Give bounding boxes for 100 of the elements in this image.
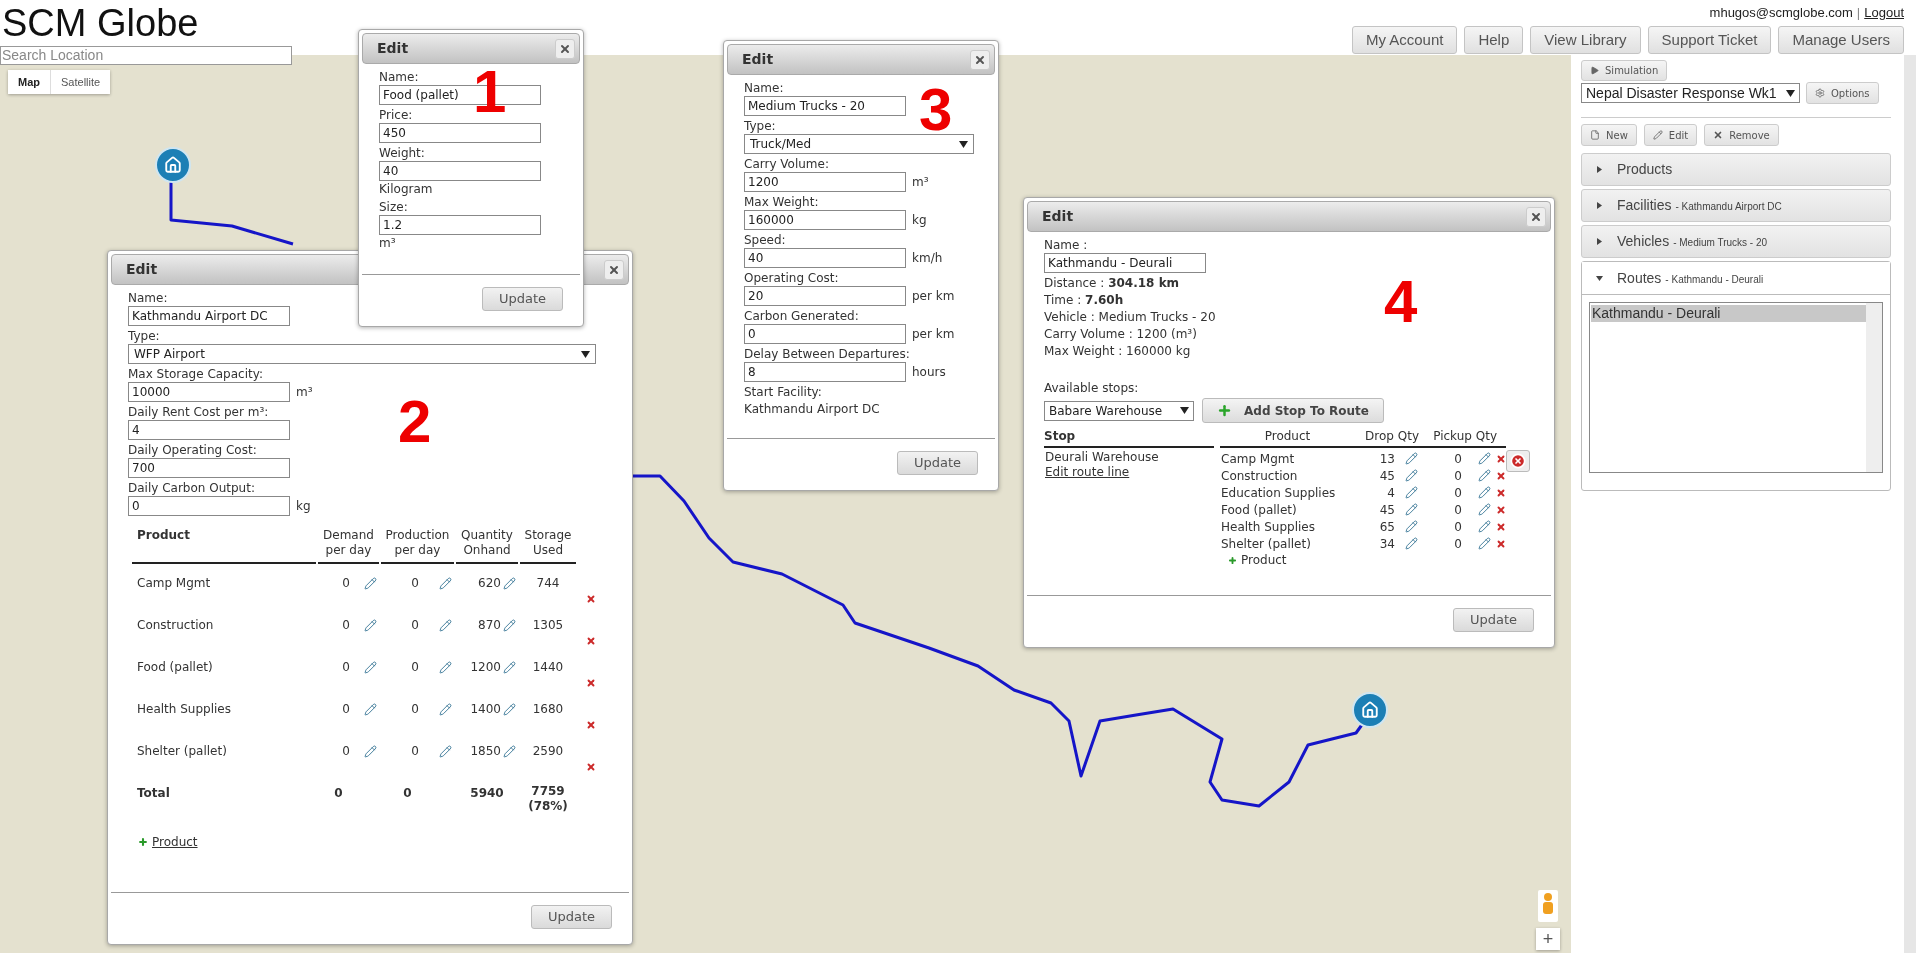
add-product-link[interactable]: Product <box>1241 553 1287 568</box>
pencil-icon[interactable] <box>1478 520 1491 533</box>
close-button[interactable] <box>604 259 624 280</box>
accordion-header[interactable]: Routes - Kathmandu - Deurali <box>1582 262 1890 295</box>
add-product-link[interactable]: Product <box>152 833 198 851</box>
facility-pin[interactable] <box>1352 692 1388 728</box>
nav-button[interactable]: My Account <box>1351 26 1458 54</box>
delete-icon[interactable] <box>1496 521 1506 532</box>
pencil-icon[interactable] <box>364 702 377 716</box>
pencil-icon[interactable] <box>1478 452 1491 465</box>
accordion-header[interactable]: Facilities - Kathmandu Airport DC <box>1581 189 1891 222</box>
text-field[interactable]: 8 <box>744 362 906 382</box>
page-scrollbar[interactable] <box>1904 55 1916 953</box>
pencil-icon[interactable] <box>503 576 516 590</box>
delete-icon[interactable] <box>1496 538 1506 549</box>
pencil-icon[interactable] <box>364 576 377 590</box>
nav-button[interactable]: View Library <box>1530 26 1641 54</box>
close-button[interactable] <box>555 38 575 59</box>
update-button[interactable]: Update <box>1452 608 1534 632</box>
options-button[interactable]: Options <box>1806 82 1879 104</box>
simulation-button[interactable]: Simulation <box>1581 60 1668 81</box>
update-button[interactable]: Update <box>481 287 563 311</box>
toolbar-button[interactable]: Edit <box>1643 124 1698 146</box>
logout-link[interactable]: Logout <box>1864 5 1904 21</box>
pencil-icon[interactable] <box>1478 469 1491 482</box>
text-field[interactable]: 20 <box>744 286 906 306</box>
type-select[interactable]: WFP Airport <box>128 344 596 364</box>
map-type-tab[interactable]: Satellite <box>50 70 111 94</box>
pencil-icon[interactable] <box>503 660 516 674</box>
delete-icon[interactable] <box>586 636 596 646</box>
search-field[interactable]: Search Location <box>0 46 292 65</box>
nav-button[interactable]: Help <box>1464 26 1524 54</box>
text-field[interactable]: 4 <box>128 420 290 440</box>
delete-icon[interactable] <box>1496 470 1506 481</box>
nav-button[interactable]: Manage Users <box>1778 26 1904 54</box>
pencil-icon[interactable] <box>503 618 516 632</box>
pencil-icon[interactable] <box>439 660 452 674</box>
remove-stop-button[interactable] <box>1506 450 1530 472</box>
street-view-person-icon[interactable] <box>1538 890 1558 922</box>
dialog-title: Edit <box>742 50 774 69</box>
pencil-icon[interactable] <box>364 660 377 674</box>
zoom-in-button[interactable]: + <box>1536 928 1560 950</box>
scenario-select[interactable]: Nepal Disaster Response Wk1 <box>1581 83 1800 103</box>
close-button[interactable] <box>970 49 990 70</box>
close-button[interactable] <box>1526 206 1546 227</box>
pencil-icon[interactable] <box>1405 520 1418 533</box>
pencil-icon[interactable] <box>439 702 452 716</box>
pencil-icon[interactable] <box>503 702 516 716</box>
list-scrollbar[interactable] <box>1866 303 1882 472</box>
text-field[interactable]: Kathmandu Airport DC <box>128 306 290 326</box>
list-item[interactable]: Kathmandu - Deurali <box>1591 305 1866 322</box>
pencil-icon[interactable] <box>1478 537 1491 550</box>
update-button[interactable]: Update <box>896 451 978 475</box>
text-field[interactable]: 40 <box>744 248 906 268</box>
text-field[interactable]: 0 <box>128 496 290 516</box>
text-field[interactable]: Medium Trucks - 20 <box>744 96 906 116</box>
dialog-header[interactable]: Edit <box>1027 201 1551 232</box>
delete-icon[interactable] <box>1496 487 1506 498</box>
pencil-icon[interactable] <box>364 618 377 632</box>
delete-icon[interactable] <box>1496 453 1506 464</box>
pencil-icon[interactable] <box>364 744 377 758</box>
delete-icon[interactable] <box>586 720 596 730</box>
nav-button[interactable]: Support Ticket <box>1647 26 1772 54</box>
pencil-icon[interactable] <box>1405 452 1418 465</box>
toolbar-button[interactable]: New <box>1581 124 1637 146</box>
pencil-icon[interactable] <box>439 618 452 632</box>
text-field[interactable]: 10000 <box>128 382 290 402</box>
map-type-tab[interactable]: Map <box>8 70 50 94</box>
pencil-icon[interactable] <box>1478 503 1491 516</box>
pencil-icon[interactable] <box>1405 503 1418 516</box>
delete-icon[interactable] <box>1496 504 1506 515</box>
pencil-icon[interactable] <box>1405 469 1418 482</box>
delete-icon[interactable] <box>586 762 596 772</box>
stop-select[interactable]: Babare Warehouse <box>1044 400 1194 421</box>
type-select[interactable]: Truck/Med <box>744 134 974 154</box>
update-button[interactable]: Update <box>530 905 612 929</box>
accordion-header[interactable]: Vehicles - Medium Trucks - 20 <box>1581 225 1891 258</box>
delete-icon[interactable] <box>586 594 596 604</box>
pencil-icon[interactable] <box>1405 537 1418 550</box>
pencil-icon[interactable] <box>1405 486 1418 499</box>
delete-icon[interactable] <box>586 678 596 688</box>
edit-route-line-link[interactable]: Edit route line <box>1045 465 1130 480</box>
text-field[interactable]: Kathmandu - Deurali <box>1044 253 1206 273</box>
dialog-header[interactable]: Edit <box>727 44 995 75</box>
text-field[interactable]: 40 <box>379 161 541 181</box>
toolbar-button[interactable]: Remove <box>1704 124 1779 146</box>
dialog-header[interactable]: Edit <box>362 33 580 64</box>
pencil-icon[interactable] <box>439 744 452 758</box>
text-field[interactable]: 1200 <box>744 172 906 192</box>
add-stop-button[interactable]: Add Stop To Route <box>1202 398 1384 423</box>
pencil-icon[interactable] <box>503 744 516 758</box>
text-field[interactable]: 0 <box>744 324 906 344</box>
accordion-header[interactable]: Products <box>1581 153 1891 186</box>
pencil-icon[interactable] <box>439 576 452 590</box>
text-field[interactable]: 1.2 <box>379 215 541 235</box>
pencil-icon[interactable] <box>1478 486 1491 499</box>
text-field[interactable]: 160000 <box>744 210 906 230</box>
text-field[interactable]: 450 <box>379 123 541 143</box>
facility-pin[interactable] <box>155 147 191 183</box>
text-field[interactable]: 700 <box>128 458 290 478</box>
